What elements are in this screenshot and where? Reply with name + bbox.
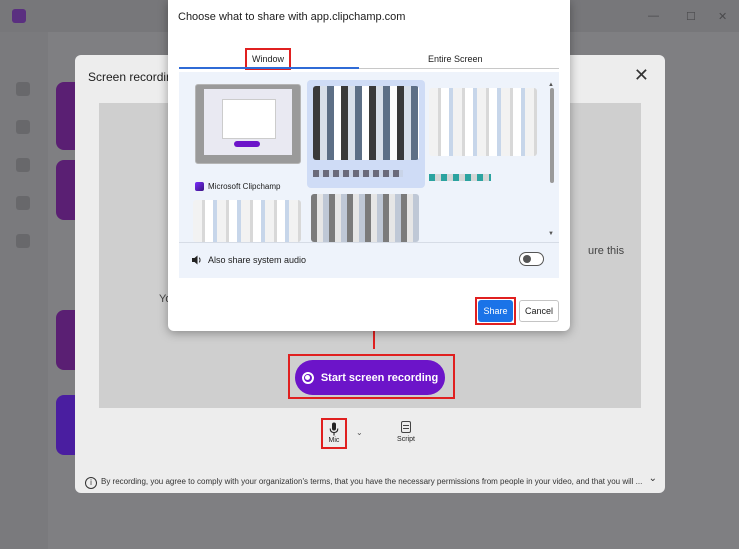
- system-audio-label: Also share system audio: [208, 255, 307, 265]
- terms-footer-text: By recording, you agree to comply with y…: [101, 477, 643, 486]
- window-thumbnail: [195, 84, 301, 164]
- chevron-down-icon[interactable]: ⌄: [356, 428, 363, 437]
- sidebar-icon: [16, 158, 30, 172]
- preview-text-right: ure this: [588, 245, 625, 257]
- script-label: Script: [397, 436, 415, 443]
- system-audio-row: Also share system audio: [179, 242, 559, 278]
- clipchamp-logo-icon: [12, 9, 26, 23]
- clipchamp-app-icon: [195, 182, 204, 191]
- expand-footer-icon[interactable]: ⌄: [649, 473, 657, 484]
- tab-entire-screen[interactable]: Entire Screen: [428, 54, 483, 64]
- close-icon[interactable]: ✕: [634, 65, 649, 86]
- sidebar-icon: [16, 234, 30, 248]
- modal-title: Screen recording: [88, 70, 180, 84]
- share-screen-dialog: Choose what to share with app.clipchamp.…: [168, 0, 570, 331]
- window-thumbnail: [193, 200, 301, 242]
- script-button[interactable]: Script: [394, 421, 418, 443]
- info-icon: i: [85, 477, 97, 489]
- window-thumbnail: [429, 88, 537, 156]
- background-sidebar: [0, 32, 48, 549]
- tile-label: [429, 174, 491, 181]
- window-tile-selected[interactable]: [307, 80, 425, 188]
- tab-window-label: Window: [251, 54, 284, 64]
- script-icon: [401, 421, 411, 433]
- sidebar-icon: [16, 196, 30, 210]
- cancel-button-label: Cancel: [524, 306, 553, 316]
- microphone-icon: [329, 422, 339, 436]
- window-tile-clipchamp[interactable]: Microsoft Clipchamp: [195, 84, 301, 191]
- tiles-scrollbar[interactable]: [550, 88, 554, 183]
- active-tab-underline: [179, 67, 359, 69]
- window-thumbnail: [313, 86, 419, 160]
- share-dialog-title: Choose what to share with app.clipchamp.…: [178, 11, 406, 23]
- minimize-icon[interactable]: —: [648, 10, 659, 22]
- sidebar-icon: [16, 120, 30, 134]
- cancel-button[interactable]: Cancel: [519, 300, 559, 322]
- start-button-highlight: [288, 354, 455, 399]
- scroll-down-icon[interactable]: ▼: [548, 231, 554, 237]
- share-button[interactable]: Share: [478, 300, 513, 322]
- speaker-icon: [192, 255, 201, 265]
- sidebar-icon: [16, 82, 30, 96]
- tile-label: [313, 170, 403, 177]
- window-close-icon[interactable]: ✕: [718, 10, 727, 23]
- system-audio-toggle[interactable]: [519, 252, 544, 266]
- window-tiles-grid: Microsoft Clipchamp: [179, 72, 559, 242]
- window-tile[interactable]: [311, 194, 421, 242]
- tile-label: Microsoft Clipchamp: [195, 182, 280, 191]
- window-tile[interactable]: [193, 200, 303, 242]
- tile-label-text: Microsoft Clipchamp: [208, 182, 281, 191]
- window-thumbnail: [311, 194, 419, 242]
- maximize-icon[interactable]: ☐: [686, 10, 696, 23]
- mic-button[interactable]: Mic: [321, 418, 347, 449]
- mic-label: Mic: [328, 437, 340, 444]
- share-button-label: Share: [483, 306, 508, 316]
- window-tile[interactable]: [429, 84, 539, 184]
